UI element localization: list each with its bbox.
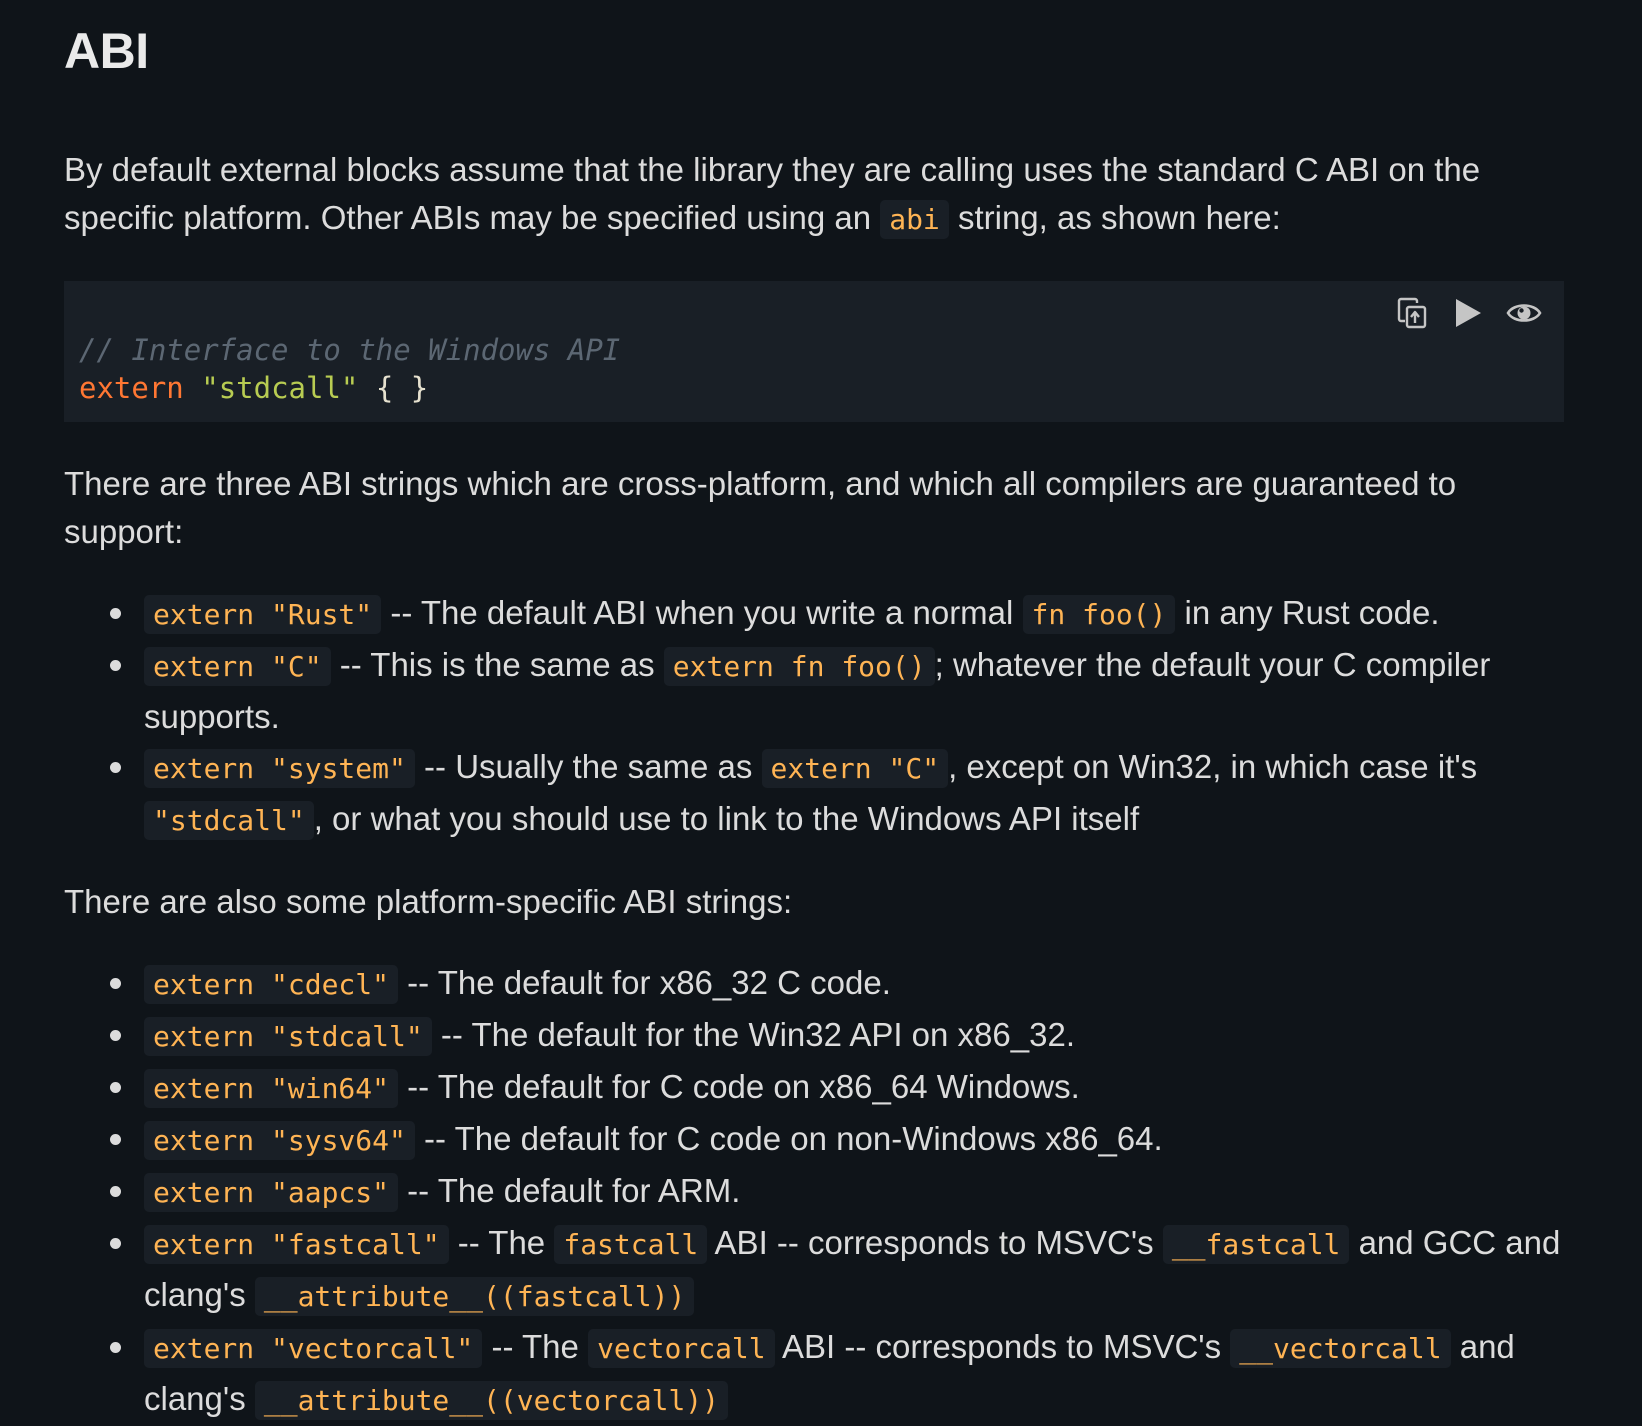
section-heading: ABI [64,23,149,79]
code-comment: // Interface to the Windows API [79,333,621,367]
inline-code-abi: abi [880,200,949,239]
code-block-buttons [1394,295,1542,331]
inline-code: extern "Rust" [144,595,382,634]
inline-code: extern "aapcs" [144,1173,399,1212]
code-line-comment: // Interface to the Windows API [79,331,1564,369]
list-item: extern "C" -- This is the same as extern… [110,640,1564,742]
code-block: // Interface to the Windows API extern "… [64,281,1564,422]
item-text: ABI -- corresponds to MSVC's [774,1328,1231,1365]
copy-icon [1397,297,1427,329]
item-text: -- This is the same as [330,646,664,683]
list-item: extern "fastcall" -- The fastcall ABI --… [110,1218,1564,1322]
item-text: -- The default for ARM. [398,1172,741,1209]
code-string: "stdcall" [201,371,359,405]
inline-code: extern "system" [144,749,415,788]
list-item: extern "win64" -- The default for C code… [110,1062,1564,1114]
item-text: -- The default ABI when you write a norm… [381,594,1023,631]
item-text: -- The default for C code on non-Windows… [414,1120,1163,1157]
list-item: extern "system" -- Usually the same as e… [110,742,1564,846]
inline-code: extern "sysv64" [144,1121,415,1160]
inline-code: extern "win64" [144,1069,399,1108]
list-item: extern "Rust" -- The default ABI when yo… [110,588,1564,640]
item-text: ABI -- corresponds to MSVC's [707,1224,1163,1261]
platform-specific-intro: There are also some platform-specific AB… [64,883,793,920]
inline-code: fastcall [554,1225,708,1264]
list-item: extern "cdecl" -- The default for x86_32… [110,958,1564,1010]
eye-icon [1506,304,1542,322]
toggle-hidden-lines-button[interactable] [1506,295,1542,331]
play-icon [1456,299,1481,327]
cross-platform-list: extern "Rust" -- The default ABI when yo… [64,588,1564,846]
item-text: , except on Win32, in which case it's [948,748,1478,785]
code-braces: { } [375,371,429,405]
cross-platform-intro: There are three ABI strings which are cr… [64,465,1457,550]
list-item: extern "stdcall" -- The default for the … [110,1010,1564,1062]
code-keyword: extern [79,371,184,405]
item-text: -- The default for the Win32 API on x86_… [431,1016,1075,1053]
inline-code: __attribute__((vectorcall)) [254,1381,729,1420]
item-text: , or what you should use to link to the … [313,800,1140,837]
item-text: -- The default for C code on x86_64 Wind… [398,1068,1080,1105]
copy-button[interactable] [1394,295,1430,331]
inline-code: extern "cdecl" [144,965,399,1004]
item-text: in any Rust code. [1175,594,1440,631]
inline-code: __attribute__((fastcall)) [254,1277,695,1316]
item-text: -- The [448,1224,555,1261]
list-item: extern "aapcs" -- The default for ARM. [110,1166,1564,1218]
inline-code: __vectorcall [1230,1329,1451,1368]
main-content: ABI By default external blocks assume th… [64,0,1564,1426]
inline-code: __fastcall [1162,1225,1350,1264]
list-item: extern "sysv64" -- The default for C cod… [110,1114,1564,1166]
run-button[interactable] [1450,295,1486,331]
inline-code: extern "fastcall" [144,1225,449,1264]
platform-specific-list: extern "cdecl" -- The default for x86_32… [64,958,1564,1426]
item-text: -- The default for x86_32 C code. [398,964,891,1001]
code-line-extern: extern "stdcall" { } [79,369,1564,407]
inline-code: vectorcall [588,1329,775,1368]
inline-code: extern "C" [144,647,331,686]
intro-text-2: string, as shown here: [948,199,1281,236]
item-text: -- The [482,1328,589,1365]
inline-code: extern "vectorcall" [144,1329,483,1368]
item-text: -- Usually the same as [414,748,762,785]
inline-code: fn foo() [1022,595,1176,634]
inline-code: extern "C" [761,749,949,788]
inline-code: "stdcall" [144,801,314,840]
inline-code: extern "stdcall" [144,1017,432,1056]
inline-code: extern fn foo() [663,647,935,686]
list-item: extern "vectorcall" -- The vectorcall AB… [110,1322,1564,1426]
intro-paragraph: By default external blocks assume that t… [64,146,1564,244]
